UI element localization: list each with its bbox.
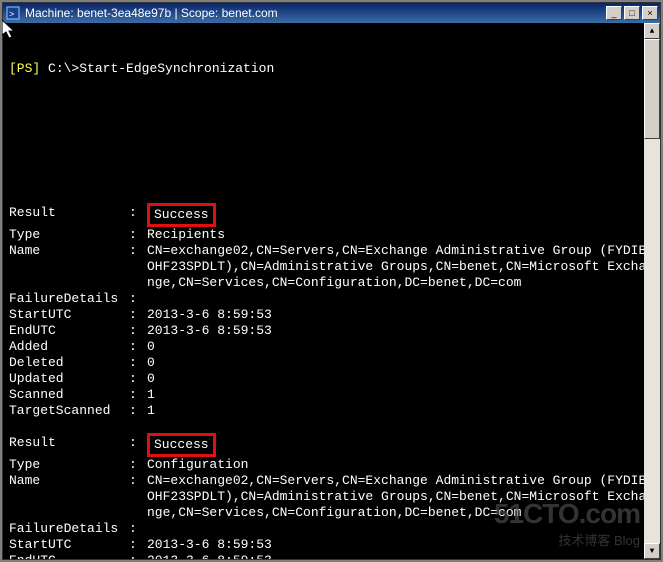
highlight-box: Success xyxy=(147,203,216,227)
field-value: Configuration xyxy=(147,457,654,473)
field-value: CN=exchange02,CN=Servers,CN=Exchange Adm… xyxy=(147,473,654,521)
field-label: EndUTC xyxy=(9,323,129,339)
separator: : xyxy=(129,473,147,521)
separator: : xyxy=(129,339,147,355)
separator: : xyxy=(129,323,147,339)
field-label: Name xyxy=(9,473,129,521)
output-row: Deleted: 0 xyxy=(9,355,654,371)
separator: : xyxy=(129,371,147,387)
output-row: Result: Success xyxy=(9,435,654,457)
field-value: 2013-3-6 8:59:53 xyxy=(147,323,654,339)
prompt-path: C:\> xyxy=(40,61,79,76)
field-label: Result xyxy=(9,435,129,457)
separator: : xyxy=(129,307,147,323)
separator: : xyxy=(129,355,147,371)
output-row: Result: Success xyxy=(9,205,654,227)
separator: : xyxy=(129,291,147,307)
window-title: Machine: benet-3ea48e97b | Scope: benet.… xyxy=(25,6,606,20)
field-label: StartUTC xyxy=(9,537,129,553)
field-label: Type xyxy=(9,457,129,473)
terminal-body[interactable]: [PS] C:\>Start-EdgeSynchronization Resul… xyxy=(3,23,660,559)
separator: : xyxy=(129,243,147,291)
field-value: 1 xyxy=(147,387,654,403)
scroll-track[interactable] xyxy=(644,39,660,543)
output-row: Name: CN=exchange02,CN=Servers,CN=Exchan… xyxy=(9,243,654,291)
field-label: Deleted xyxy=(9,355,129,371)
field-value: Success xyxy=(147,435,654,457)
separator: : xyxy=(129,537,147,553)
output-row: Type: Configuration xyxy=(9,457,654,473)
output-row: EndUTC: 2013-3-6 8:59:53 xyxy=(9,553,654,559)
field-label: Added xyxy=(9,339,129,355)
field-value xyxy=(147,521,654,537)
titlebar[interactable]: > Machine: benet-3ea48e97b | Scope: bene… xyxy=(3,3,660,23)
blank-line xyxy=(9,419,654,435)
maximize-button[interactable]: □ xyxy=(624,6,640,20)
field-value: 0 xyxy=(147,339,654,355)
field-value: CN=exchange02,CN=Servers,CN=Exchange Adm… xyxy=(147,243,654,291)
app-icon: > xyxy=(5,5,21,21)
prompt-ps: [PS] xyxy=(9,61,40,76)
field-label: Scanned xyxy=(9,387,129,403)
field-value: 0 xyxy=(147,355,654,371)
separator: : xyxy=(129,387,147,403)
output-row: EndUTC: 2013-3-6 8:59:53 xyxy=(9,323,654,339)
window-controls: _ □ × xyxy=(606,6,658,20)
field-label: StartUTC xyxy=(9,307,129,323)
output-row: Updated: 0 xyxy=(9,371,654,387)
prompt-line: [PS] C:\>Start-EdgeSynchronization xyxy=(9,61,654,77)
field-label: FailureDetails xyxy=(9,521,129,537)
command-text: Start-EdgeSynchronization xyxy=(79,61,274,76)
field-label: Result xyxy=(9,205,129,227)
output-row: Scanned: 1 xyxy=(9,387,654,403)
close-button[interactable]: × xyxy=(642,6,658,20)
separator: : xyxy=(129,521,147,537)
field-label: Name xyxy=(9,243,129,291)
separator: : xyxy=(129,553,147,559)
scrollbar[interactable]: ▲ ▼ xyxy=(644,23,660,559)
output-row: TargetScanned: 1 xyxy=(9,403,654,419)
separator: : xyxy=(129,227,147,243)
output-row: StartUTC: 2013-3-6 8:59:53 xyxy=(9,307,654,323)
field-label: FailureDetails xyxy=(9,291,129,307)
scroll-down-button[interactable]: ▼ xyxy=(644,543,660,559)
terminal-window: > Machine: benet-3ea48e97b | Scope: bene… xyxy=(2,2,661,560)
field-value xyxy=(147,291,654,307)
output-row: Name: CN=exchange02,CN=Servers,CN=Exchan… xyxy=(9,473,654,521)
highlight-box: Success xyxy=(147,433,216,457)
separator: : xyxy=(129,403,147,419)
scroll-up-button[interactable]: ▲ xyxy=(644,23,660,39)
minimize-button[interactable]: _ xyxy=(606,6,622,20)
separator: : xyxy=(129,205,147,227)
field-label: TargetScanned xyxy=(9,403,129,419)
field-label: EndUTC xyxy=(9,553,129,559)
output-row: Added: 0 xyxy=(9,339,654,355)
separator: : xyxy=(129,457,147,473)
field-label: Type xyxy=(9,227,129,243)
field-value: 1 xyxy=(147,403,654,419)
output-row: FailureDetails: xyxy=(9,291,654,307)
field-value: Success xyxy=(147,205,654,227)
output-row: FailureDetails: xyxy=(9,521,654,537)
output-row: StartUTC: 2013-3-6 8:59:53 xyxy=(9,537,654,553)
field-value: 2013-3-6 8:59:53 xyxy=(147,537,654,553)
field-value: 2013-3-6 8:59:53 xyxy=(147,553,654,559)
separator: : xyxy=(129,435,147,457)
svg-text:>: > xyxy=(9,9,14,19)
output-row: Type: Recipients xyxy=(9,227,654,243)
field-value: 2013-3-6 8:59:53 xyxy=(147,307,654,323)
field-label: Updated xyxy=(9,371,129,387)
scroll-thumb[interactable] xyxy=(644,39,660,139)
field-value: 0 xyxy=(147,371,654,387)
field-value: Recipients xyxy=(147,227,654,243)
